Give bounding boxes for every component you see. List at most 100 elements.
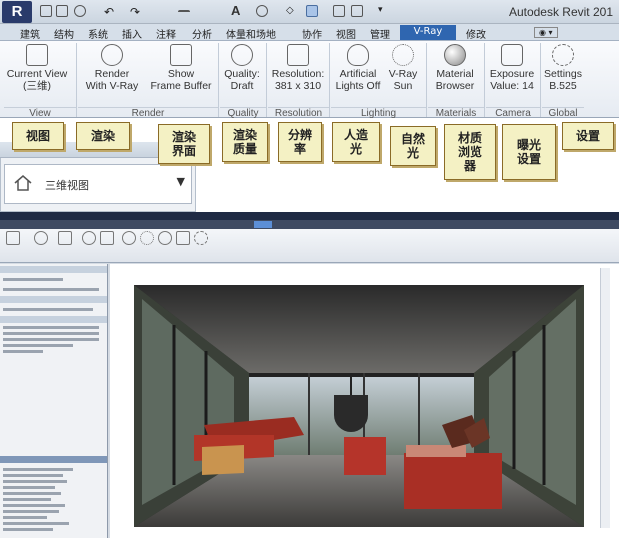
tab-collaborate[interactable]: 协作 bbox=[296, 25, 328, 41]
frame-buffer-icon bbox=[170, 44, 192, 66]
callout-artificial-light: 人造 光 bbox=[332, 122, 380, 162]
resolution-value: 381 x 310 bbox=[274, 80, 322, 92]
redo-icon[interactable]: ↷ bbox=[130, 5, 142, 19]
properties-line bbox=[3, 288, 99, 291]
browser-line bbox=[3, 504, 65, 507]
tab-systems[interactable]: 系统 bbox=[82, 25, 114, 41]
render-with-vray-button[interactable]: Render With V-Ray bbox=[80, 44, 144, 104]
viewport-scrollbar[interactable] bbox=[600, 268, 610, 528]
save-icon[interactable] bbox=[56, 5, 68, 17]
properties-line bbox=[3, 344, 73, 347]
view-type-selector[interactable]: 三维视图 ▼ bbox=[4, 164, 192, 204]
mini-quality-icon[interactable] bbox=[82, 231, 96, 245]
customize-qat-icon[interactable]: ▾ bbox=[378, 5, 390, 17]
tab-insert[interactable]: 插入 bbox=[116, 25, 148, 41]
properties-group bbox=[0, 296, 107, 303]
properties-group bbox=[0, 316, 107, 323]
mini-material-icon[interactable] bbox=[158, 231, 172, 245]
pin-icon[interactable]: ◇ bbox=[286, 5, 298, 17]
group-separator bbox=[540, 43, 541, 117]
view-3d-icon[interactable] bbox=[256, 5, 268, 17]
mini-framebuffer-icon[interactable] bbox=[58, 231, 72, 245]
gear-icon bbox=[552, 44, 574, 66]
artificial-lights-button[interactable]: Artificial Lights Off bbox=[331, 44, 385, 104]
browser-line bbox=[3, 468, 73, 471]
group-label-quality: Quality bbox=[220, 107, 266, 119]
mini-view-icon[interactable] bbox=[6, 231, 20, 245]
tab-vray[interactable]: V-Ray bbox=[400, 25, 456, 40]
quality-icon bbox=[231, 44, 253, 66]
show-frame-buffer-button[interactable]: Show Frame Buffer bbox=[146, 44, 216, 104]
group-label-view: View bbox=[4, 107, 76, 119]
vray-sun-button[interactable]: V-Ray Sun bbox=[386, 44, 420, 104]
mini-resolution-icon[interactable] bbox=[100, 231, 114, 245]
settings-button[interactable]: Settings B.525 bbox=[542, 44, 584, 104]
exposure-button[interactable]: Exposure Value: 14 bbox=[486, 44, 538, 104]
artificial-lights-label: Artificial bbox=[339, 68, 377, 80]
group-separator bbox=[76, 43, 77, 117]
tab-manage[interactable]: 管理 bbox=[364, 25, 396, 41]
view-cube-icon bbox=[26, 44, 48, 66]
mini-gear-icon[interactable] bbox=[194, 231, 208, 245]
callout-quality: 渲染 质量 bbox=[222, 122, 268, 162]
mini-active-tab[interactable] bbox=[254, 221, 272, 228]
thin-lines-icon[interactable] bbox=[306, 5, 318, 17]
chevron-down-icon[interactable]: ▼ bbox=[177, 175, 185, 188]
switch-windows-icon[interactable] bbox=[351, 5, 363, 17]
mini-ribbon bbox=[0, 229, 619, 263]
tab-annotate[interactable]: 注释 bbox=[150, 25, 182, 41]
resolution-label: Resolution: bbox=[271, 68, 325, 80]
mini-title-bar bbox=[0, 212, 619, 220]
quality-label: Quality: bbox=[224, 68, 260, 80]
frame-buffer-sublabel: Frame Buffer bbox=[150, 80, 212, 92]
open-icon[interactable] bbox=[40, 5, 52, 17]
vray-sun-label: V-Ray bbox=[388, 68, 418, 80]
camera-icon bbox=[501, 44, 523, 66]
mini-sun-icon[interactable] bbox=[140, 231, 154, 245]
mini-camera-icon[interactable] bbox=[176, 231, 190, 245]
properties-line bbox=[3, 338, 99, 341]
tab-massing-site[interactable]: 体量和场地 bbox=[220, 25, 282, 41]
exposure-value: Value: 14 bbox=[490, 80, 534, 92]
quality-button[interactable]: Quality: Draft bbox=[220, 44, 264, 104]
undo-icon[interactable]: ↶ bbox=[104, 5, 116, 19]
material-sphere-icon bbox=[444, 44, 466, 66]
close-windows-icon[interactable] bbox=[333, 5, 345, 17]
revit-logo[interactable]: R bbox=[2, 1, 32, 23]
frame-buffer-label: Show bbox=[167, 68, 195, 80]
material-browser-button[interactable]: Material Browser bbox=[428, 44, 482, 104]
browser-line bbox=[3, 492, 61, 495]
callout-frame-buffer: 渲染 界面 bbox=[158, 124, 210, 164]
tab-architecture[interactable]: 建筑 bbox=[14, 25, 46, 41]
resolution-button[interactable]: Resolution: 381 x 310 bbox=[268, 44, 328, 104]
render-sublabel: With V-Ray bbox=[85, 80, 139, 92]
properties-line bbox=[3, 332, 99, 335]
current-view-button[interactable]: Current View (三维) bbox=[4, 44, 70, 104]
annotated-ribbon-panel: R ↶ ↷ A ◇ ▾ Autodesk Revit 201 建筑 结构 系统 … bbox=[0, 0, 619, 212]
group-label-lighting: Lighting bbox=[331, 107, 426, 119]
measure-icon[interactable] bbox=[178, 10, 190, 14]
mini-render-icon[interactable] bbox=[34, 231, 48, 245]
vray-sun-sublabel: Sun bbox=[393, 80, 413, 92]
window-title: Autodesk Revit 201 bbox=[508, 5, 613, 19]
properties-line bbox=[3, 308, 93, 311]
browser-line bbox=[3, 528, 53, 531]
sun-icon bbox=[392, 44, 414, 66]
tab-analyze[interactable]: 分析 bbox=[186, 25, 218, 41]
browser-line bbox=[3, 510, 59, 513]
sync-icon[interactable] bbox=[74, 5, 86, 17]
group-label-global: Global bbox=[542, 107, 584, 119]
project-browser-header bbox=[0, 456, 107, 463]
tab-modify[interactable]: 修改 bbox=[460, 25, 492, 41]
text-tool-icon[interactable]: A bbox=[231, 3, 240, 18]
tab-structure[interactable]: 结构 bbox=[48, 25, 80, 41]
tab-view[interactable]: 视图 bbox=[330, 25, 362, 41]
resolution-icon bbox=[287, 44, 309, 66]
properties-header bbox=[0, 266, 107, 273]
group-separator bbox=[218, 43, 219, 117]
callout-resolution: 分辨 率 bbox=[278, 122, 322, 162]
panel-toggle-icon[interactable]: ◉ ▾ bbox=[534, 27, 558, 38]
mini-bulb-icon[interactable] bbox=[122, 231, 136, 245]
view-type-label: 三维视图 bbox=[45, 179, 89, 192]
artificial-lights-value: Lights Off bbox=[335, 80, 381, 92]
